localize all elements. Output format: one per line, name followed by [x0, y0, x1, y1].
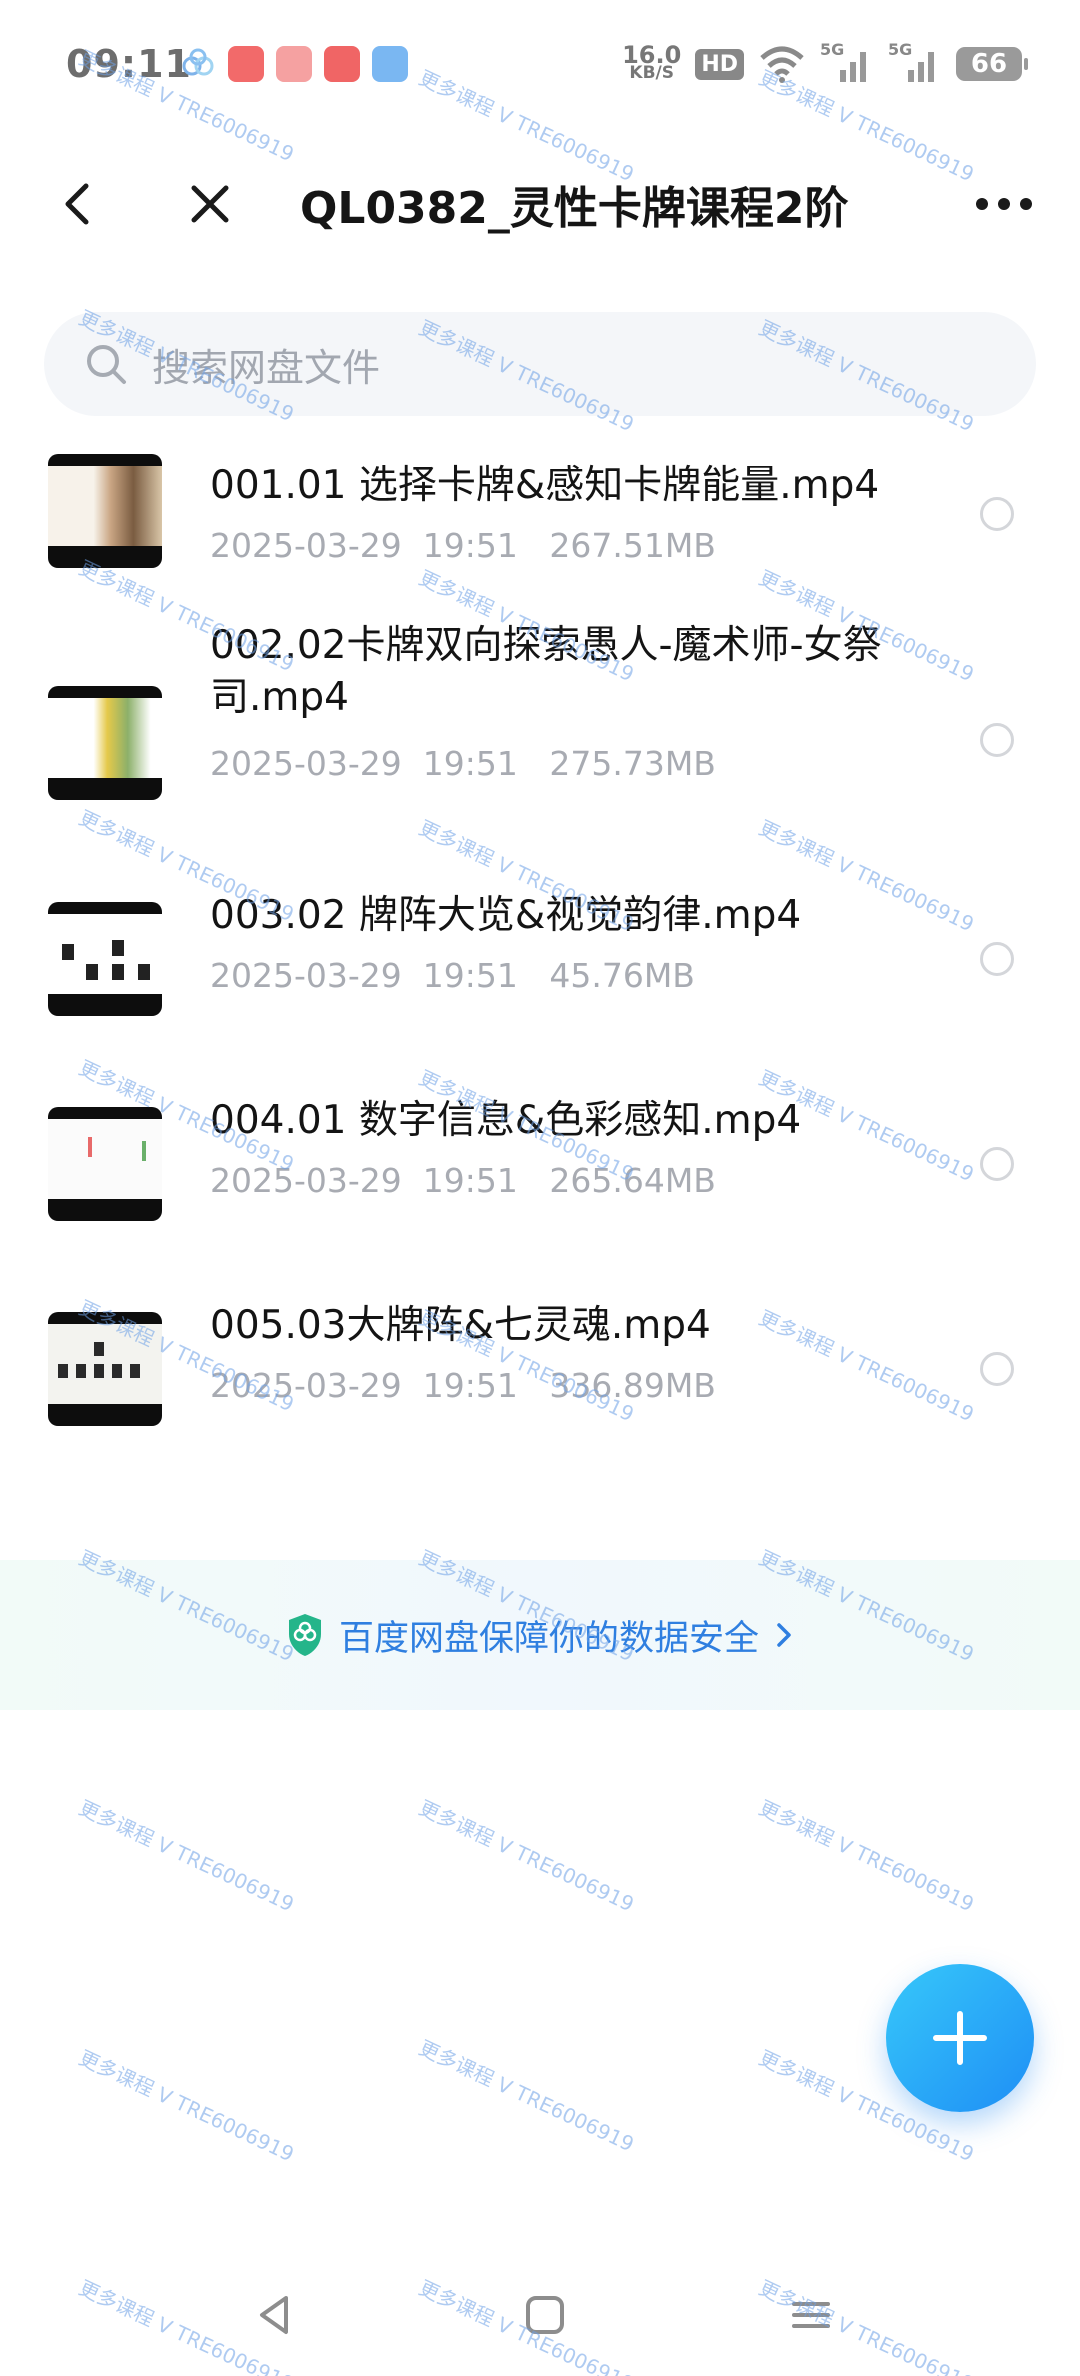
header: QL0382_灵性卡牌课程2阶 [0, 150, 1080, 260]
file-date: 2025-03-29 19:51 [210, 744, 518, 783]
watermark: 更多课程 V TRE6006919 [75, 1795, 298, 1917]
file-size: 265.64MB [549, 1161, 716, 1200]
nav-home-icon[interactable] [520, 2290, 570, 2340]
chevron-right-icon [777, 1623, 791, 1647]
hd-badge: HD [695, 48, 744, 80]
card-shape [138, 964, 150, 980]
file-date: 2025-03-29 19:51 [210, 526, 518, 565]
battery-icon: 66 [956, 47, 1028, 81]
card-shape [62, 944, 74, 960]
file-row-4[interactable]: 004.01 数字信息&色彩感知.mp4 2025-03-29 19:51 26… [0, 1095, 1080, 1245]
nav-back-icon[interactable] [250, 2290, 300, 2340]
watermark: 更多课程 V TRE6006919 [415, 1795, 638, 1917]
status-app-icons [180, 46, 408, 82]
file-meta: 2025-03-29 19:51 336.89MB [210, 1366, 716, 1405]
signal-2: 5G [888, 40, 942, 84]
file-name: 001.01 选择卡牌&感知卡牌能量.mp4 [210, 463, 880, 508]
thumbnail-accent [88, 1137, 92, 1157]
card-shape [112, 964, 124, 980]
app-badge-1-icon [228, 46, 264, 82]
thumbnail-image [48, 914, 162, 994]
thumbnail-image [48, 1324, 162, 1404]
thumbnail-image [48, 698, 162, 778]
search-icon [87, 345, 126, 384]
security-banner[interactable]: 百度网盘保障你的数据安全 [0, 1560, 1080, 1710]
app-badge-4-icon [372, 46, 408, 82]
file-meta: 2025-03-29 19:51 265.64MB [210, 1161, 716, 1200]
add-button[interactable] [886, 1964, 1034, 2112]
select-radio[interactable] [980, 723, 1014, 757]
battery-level: 66 [970, 49, 1008, 79]
card-shape [94, 1364, 104, 1378]
file-row-1[interactable]: 001.01 选择卡牌&感知卡牌能量.mp4 2025-03-29 19:51 … [0, 440, 1080, 590]
signal-1-label: 5G [820, 40, 845, 59]
file-meta: 2025-03-29 19:51 275.73MB [210, 744, 716, 783]
file-date: 2025-03-29 19:51 [210, 956, 518, 995]
file-name: 004.01 数字信息&色彩感知.mp4 [210, 1098, 802, 1143]
thumbnail-image [48, 1119, 162, 1199]
card-shape [130, 1364, 140, 1378]
plus-icon [933, 2011, 987, 2065]
signal-1: 5G [820, 40, 874, 84]
back-icon[interactable] [50, 174, 110, 234]
thumbnail-accent [142, 1141, 146, 1161]
card-shape [58, 1364, 68, 1378]
net-speed-unit: KB/S [629, 63, 674, 83]
card-shape [94, 1342, 104, 1356]
file-thumbnail [48, 1107, 162, 1221]
file-name: 005.03大牌阵&七灵魂.mp4 [210, 1303, 711, 1348]
more-icon[interactable] [964, 174, 1044, 234]
file-thumbnail [48, 454, 162, 568]
app-badge-2-icon [276, 46, 312, 82]
nav-menu-icon[interactable] [786, 2290, 836, 2340]
file-meta: 2025-03-29 19:51 267.51MB [210, 526, 716, 565]
file-meta: 2025-03-29 19:51 45.76MB [210, 956, 695, 995]
watermark: 更多课程 V TRE6006919 [415, 2035, 638, 2157]
select-radio[interactable] [980, 497, 1014, 531]
status-time: 09:11 [66, 42, 192, 86]
shield-icon [288, 1614, 321, 1656]
select-radio[interactable] [980, 1352, 1014, 1386]
file-name: 003.02 牌阵大览&视觉韵律.mp4 [210, 893, 802, 938]
select-radio[interactable] [980, 942, 1014, 976]
status-bar: 09:11 16.0 KB/S HD 5G 5G 66 [0, 0, 1080, 130]
card-shape [86, 964, 98, 980]
net-speed-value: 16.0 [622, 41, 682, 69]
file-thumbnail [48, 1312, 162, 1426]
file-row-3[interactable]: 003.02 牌阵大览&视觉韵律.mp4 2025-03-29 19:51 45… [0, 890, 1080, 1040]
file-row-2[interactable]: 002.02卡牌双向探索愚人-魔术师-女祭司.mp4 2025-03-29 19… [0, 620, 1080, 840]
close-icon[interactable] [180, 174, 240, 234]
file-date: 2025-03-29 19:51 [210, 1161, 518, 1200]
file-thumbnail [48, 686, 162, 800]
card-shape [112, 940, 124, 956]
select-radio[interactable] [980, 1147, 1014, 1181]
wifi-icon [760, 46, 804, 83]
signal-2-label: 5G [888, 40, 913, 59]
app-badge-3-icon [324, 46, 360, 82]
security-text: 百度网盘保障你的数据安全 [338, 1618, 759, 1659]
net-speed: 16.0 KB/S [622, 41, 682, 83]
file-thumbnail [48, 902, 162, 1016]
file-row-5[interactable]: 005.03大牌阵&七灵魂.mp4 2025-03-29 19:51 336.8… [0, 1300, 1080, 1450]
system-nav-bar [0, 2250, 1080, 2376]
watermark: 更多课程 V TRE6006919 [75, 2045, 298, 2167]
file-size: 336.89MB [549, 1366, 716, 1405]
file-size: 275.73MB [549, 744, 716, 783]
card-shape [76, 1364, 86, 1378]
page-title: QL0382_灵性卡牌课程2阶 [300, 183, 849, 234]
thumbnail-image [48, 466, 162, 546]
file-size: 45.76MB [549, 956, 695, 995]
watermark: 更多课程 V TRE6006919 [755, 1795, 978, 1917]
search-input[interactable]: 搜索网盘文件 [44, 312, 1036, 416]
search-placeholder: 搜索网盘文件 [152, 345, 381, 390]
cloud-app-icon [182, 48, 214, 76]
file-date: 2025-03-29 19:51 [210, 1366, 518, 1405]
more-dot [998, 198, 1010, 210]
file-size: 267.51MB [549, 526, 716, 565]
more-dot [976, 198, 988, 210]
file-name: 002.02卡牌双向探索愚人-魔术师-女祭司.mp4 [210, 623, 882, 720]
card-shape [112, 1364, 122, 1378]
more-dot [1020, 198, 1032, 210]
status-right: 16.0 KB/S HD 5G 5G 66 [622, 40, 1028, 84]
